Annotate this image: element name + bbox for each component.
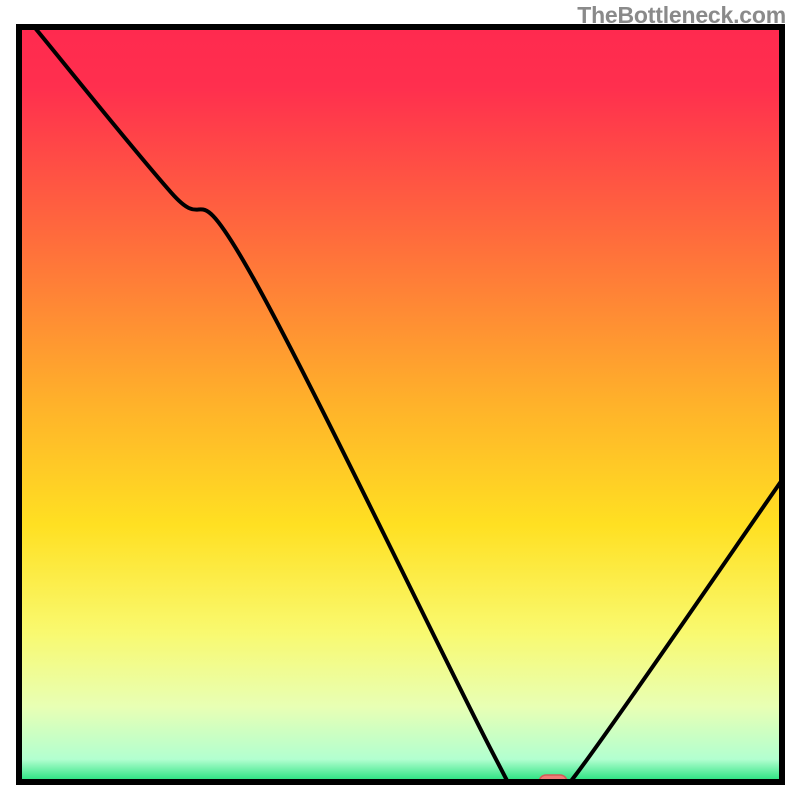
gradient-background xyxy=(19,27,782,782)
bottleneck-chart xyxy=(0,0,800,800)
chart-container: TheBottleneck.com xyxy=(0,0,800,800)
